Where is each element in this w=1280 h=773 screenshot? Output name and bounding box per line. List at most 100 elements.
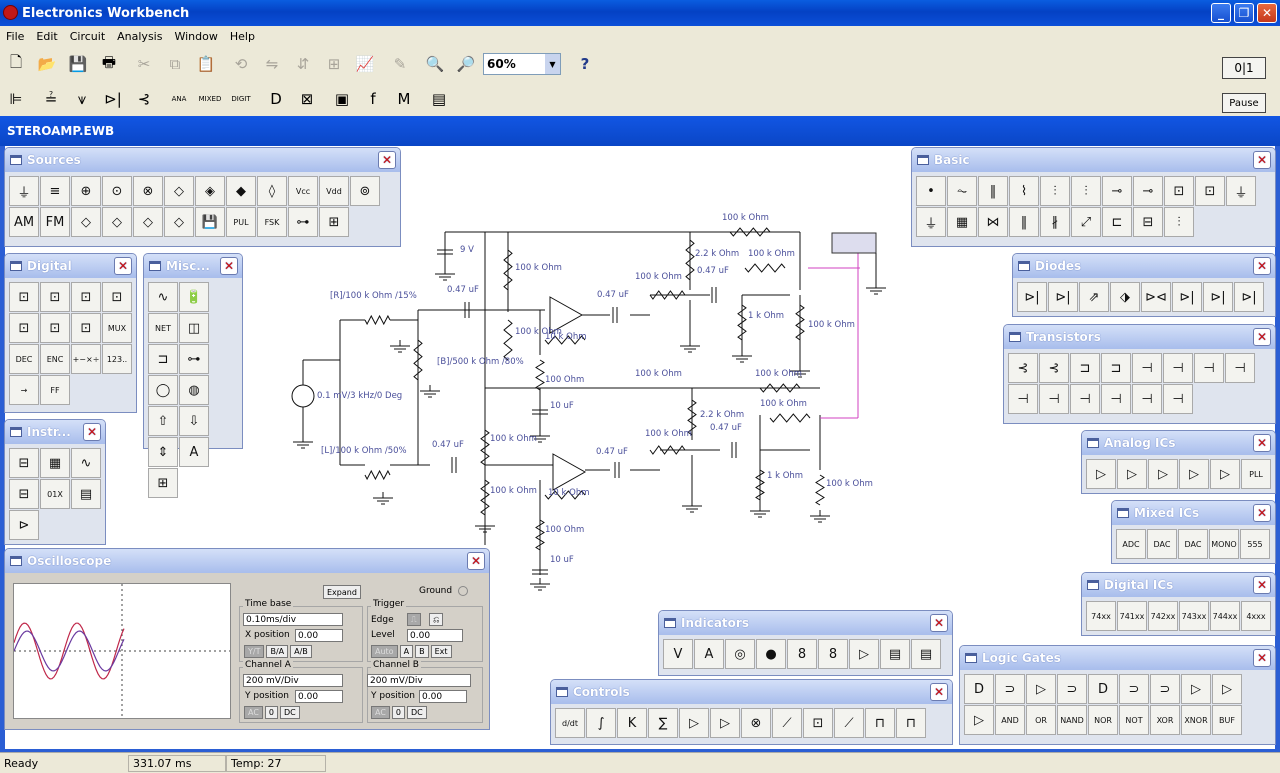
digital-labeled-part-2[interactable]: ENC bbox=[40, 344, 70, 374]
resistor[interactable] bbox=[744, 263, 786, 273]
sources-part-3[interactable]: ⊙ bbox=[102, 176, 132, 206]
transistors-part-5[interactable]: ⊣ bbox=[1163, 353, 1193, 383]
controls-part-7[interactable]: ⟋ bbox=[772, 708, 802, 738]
oscilloscope-instrument[interactable] bbox=[831, 232, 877, 254]
misc-part-2[interactable]: NET bbox=[148, 313, 178, 343]
oscilloscope-close-button[interactable]: ✕ bbox=[467, 552, 485, 570]
transistors-part-3[interactable]: ⊐ bbox=[1101, 353, 1131, 383]
rising-edge-button[interactable]: ⎍ bbox=[407, 613, 421, 626]
sources-part-9[interactable]: Vcc bbox=[288, 176, 318, 206]
digital-labeled-part-1[interactable]: DEC bbox=[9, 344, 39, 374]
diodes-part-7[interactable]: ⊳| bbox=[1234, 282, 1264, 312]
zoom-in-icon[interactable]: 🔎 bbox=[452, 50, 480, 78]
logic-gates-labeled-part-0[interactable]: AND bbox=[995, 705, 1025, 735]
diodes-bin-icon[interactable]: ⊳| bbox=[99, 85, 127, 113]
channel-a-ypos-field[interactable]: 0.00 bbox=[295, 690, 343, 703]
digital-bin-icon[interactable]: ⊠ bbox=[293, 85, 321, 113]
sources-part-18[interactable]: 💾 bbox=[195, 207, 225, 237]
logic-gates-part-8[interactable]: ▷ bbox=[1212, 674, 1242, 704]
resistor[interactable] bbox=[364, 314, 391, 326]
basic-part-4[interactable]: ⫶ bbox=[1040, 176, 1070, 206]
sources-part-13[interactable]: FM bbox=[40, 207, 70, 237]
parts-bin-toggle-icon[interactable]: ⊫ bbox=[2, 85, 30, 113]
sources-part-21[interactable]: ⊶ bbox=[288, 207, 318, 237]
logic-gates-labeled-part-7[interactable]: BUF bbox=[1212, 705, 1242, 735]
controls-part-9[interactable]: ⟋ bbox=[834, 708, 864, 738]
controls-part-5[interactable]: ▷ bbox=[710, 708, 740, 738]
mixed-ics-part-4[interactable]: 555 bbox=[1240, 529, 1270, 559]
controls-part-2[interactable]: K bbox=[617, 708, 647, 738]
misc-part-1[interactable]: 🔋 bbox=[179, 282, 209, 312]
cut-icon[interactable]: ✂ bbox=[130, 50, 158, 78]
basic-part-1[interactable]: ⏦ bbox=[947, 176, 977, 206]
instruments-part-5[interactable]: ▤ bbox=[71, 479, 101, 509]
misc-part-12[interactable]: ⊞ bbox=[148, 468, 178, 498]
sources-part-6[interactable]: ◈ bbox=[195, 176, 225, 206]
transistors-part-7[interactable]: ⊣ bbox=[1225, 353, 1255, 383]
logic-gates-labeled-part-4[interactable]: NOT bbox=[1119, 705, 1149, 735]
digital-part-4[interactable]: ⊡ bbox=[9, 313, 39, 343]
resistor[interactable] bbox=[649, 290, 686, 300]
diodes-close-button[interactable]: ✕ bbox=[1253, 257, 1271, 275]
basic-part-5[interactable]: ⫶ bbox=[1071, 176, 1101, 206]
basic-part-7[interactable]: ⊸ bbox=[1133, 176, 1163, 206]
sources-part-19[interactable]: PUL bbox=[226, 207, 256, 237]
copy-icon[interactable]: ⧉ bbox=[161, 50, 189, 78]
mixed-ics-part-3[interactable]: MONO bbox=[1209, 529, 1239, 559]
indicators-part-4[interactable]: 8 bbox=[787, 639, 817, 669]
diodes-part-6[interactable]: ⊳| bbox=[1203, 282, 1233, 312]
digital-part-3[interactable]: ⊡ bbox=[102, 282, 132, 312]
controls-part-3[interactable]: ∑ bbox=[648, 708, 678, 738]
menu-edit[interactable]: Edit bbox=[30, 30, 63, 43]
logic-gates-labeled-part-6[interactable]: XNOR bbox=[1181, 705, 1211, 735]
misc-part-11[interactable]: A bbox=[179, 437, 209, 467]
indicators-part-5[interactable]: 8 bbox=[818, 639, 848, 669]
mixed-ics-part-0[interactable]: ADC bbox=[1116, 529, 1146, 559]
transistors-part-4[interactable]: ⊣ bbox=[1132, 353, 1162, 383]
logic-gates-part-5[interactable]: ⊃ bbox=[1119, 674, 1149, 704]
maximize-button[interactable]: ❐ bbox=[1234, 3, 1254, 23]
open-icon[interactable]: 📂 bbox=[33, 50, 61, 78]
basic-part-14[interactable]: ‖ bbox=[1009, 207, 1039, 237]
transistors-part-0[interactable]: ⊰ bbox=[1008, 353, 1038, 383]
channel-b-ac-button[interactable]: AC bbox=[371, 706, 390, 719]
logic-gates-part-9[interactable]: ▷ bbox=[964, 705, 994, 735]
logic-gates-labeled-part-5[interactable]: XOR bbox=[1150, 705, 1180, 735]
misc-part-0[interactable]: ∿ bbox=[148, 282, 178, 312]
mixed-ics-close-button[interactable]: ✕ bbox=[1253, 504, 1271, 522]
resistor[interactable] bbox=[535, 519, 545, 551]
transistors-close-button[interactable]: ✕ bbox=[1253, 328, 1271, 346]
resistor[interactable] bbox=[815, 474, 825, 506]
controls-part-4[interactable]: ▷ bbox=[679, 708, 709, 738]
controls-close-button[interactable]: ✕ bbox=[930, 683, 948, 701]
misc-part-8[interactable]: ⇧ bbox=[148, 406, 178, 436]
misc-part-7[interactable]: ◍ bbox=[179, 375, 209, 405]
sources-part-0[interactable]: ⏚ bbox=[9, 176, 39, 206]
channel-b-ypos-field[interactable]: 0.00 bbox=[419, 690, 467, 703]
trigger-level-field[interactable]: 0.00 bbox=[407, 629, 463, 642]
opamp[interactable] bbox=[552, 453, 587, 491]
indicators-part-2[interactable]: ◎ bbox=[725, 639, 755, 669]
indicators-part-7[interactable]: ▤ bbox=[880, 639, 910, 669]
trigger-ext-button[interactable]: Ext bbox=[430, 645, 452, 658]
basic-part-15[interactable]: ∦ bbox=[1040, 207, 1070, 237]
basic-part-6[interactable]: ⊸ bbox=[1102, 176, 1132, 206]
transistors-part-6[interactable]: ⊣ bbox=[1194, 353, 1224, 383]
transistors-part-11[interactable]: ⊣ bbox=[1101, 384, 1131, 414]
expand-button[interactable]: Expand bbox=[323, 585, 361, 599]
sources-part-2[interactable]: ⊕ bbox=[71, 176, 101, 206]
indicators-bin-icon[interactable]: ▣ bbox=[328, 85, 356, 113]
subcircuit-icon[interactable]: ⊞ bbox=[320, 50, 348, 78]
chevron-down-icon[interactable]: ▼ bbox=[545, 54, 560, 74]
transistors-part-10[interactable]: ⊣ bbox=[1070, 384, 1100, 414]
misc-bin-icon[interactable]: M bbox=[390, 85, 418, 113]
basic-part-0[interactable]: • bbox=[916, 176, 946, 206]
sources-part-8[interactable]: ◊ bbox=[257, 176, 287, 206]
menu-file[interactable]: File bbox=[0, 30, 30, 43]
digital-part-6[interactable]: ⊡ bbox=[71, 313, 101, 343]
minimize-button[interactable]: _ bbox=[1211, 3, 1231, 23]
basic-part-10[interactable]: ⏚ bbox=[1226, 176, 1256, 206]
channel-b-dc-button[interactable]: DC bbox=[407, 706, 427, 719]
ac-source[interactable] bbox=[291, 384, 315, 408]
instruments-part-6[interactable]: ⊳ bbox=[9, 510, 39, 540]
